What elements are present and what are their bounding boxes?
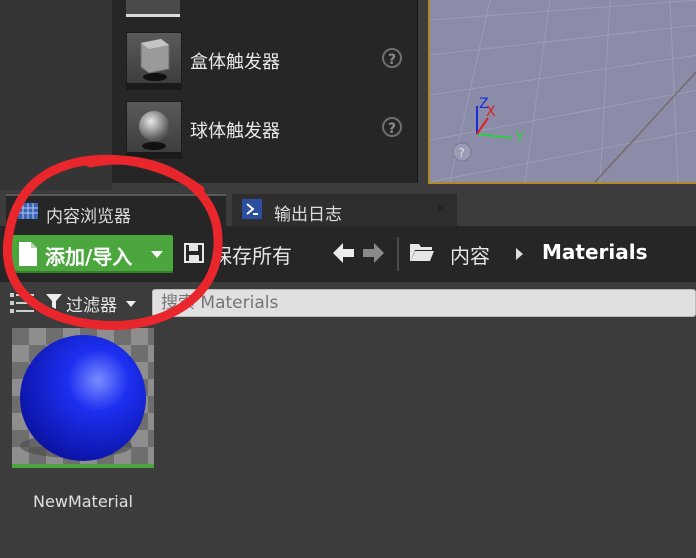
chevron-down-icon — [151, 251, 163, 258]
tab-output-log[interactable]: 输出日志 ✖ — [232, 194, 457, 226]
sphere-trigger-icon — [139, 111, 169, 150]
document-icon — [19, 242, 37, 266]
viewport-help-icon: ? — [459, 146, 465, 160]
help-icon[interactable]: ? — [382, 48, 402, 68]
sphere-trigger-thumbnail — [126, 101, 182, 159]
tab-strip: 内容浏览器 ✖ 输出日志 ✖ — [0, 190, 696, 227]
material-sphere-preview — [20, 335, 146, 461]
place-item-label: 盒体触发器 — [190, 52, 280, 73]
axis-y-label: Y — [515, 128, 525, 146]
breadcrumb-content[interactable]: 内容 — [450, 240, 490, 269]
box-trigger-icon — [140, 38, 170, 81]
filter-label: 过滤器 — [66, 296, 117, 316]
save-all-button[interactable]: 保存所有 — [184, 235, 308, 273]
asset-tile[interactable] — [12, 328, 154, 468]
breadcrumb-materials[interactable]: Materials — [542, 240, 648, 264]
folder-icon[interactable] — [410, 244, 434, 262]
arrow-left-icon[interactable] — [333, 242, 355, 264]
add-import-label: 添加/导入 — [45, 245, 133, 269]
box-trigger-thumbnail — [126, 32, 182, 90]
viewport-grid: ? — [430, 0, 696, 182]
floppy-disk-icon — [184, 243, 204, 263]
arrow-right-icon[interactable] — [362, 242, 384, 264]
close-icon[interactable]: ✖ — [436, 202, 445, 215]
grid-icon — [18, 203, 38, 219]
filter-row: 过滤器 — [0, 284, 696, 322]
add-import-button[interactable]: 添加/导入 — [9, 235, 173, 273]
previous-item-thumbnail[interactable] — [126, 0, 180, 17]
help-icon[interactable]: ? — [382, 117, 402, 137]
tab-label: 输出日志 — [274, 205, 342, 225]
axis-x-label: X — [486, 104, 496, 120]
asset-type-color-bar — [12, 464, 154, 468]
toolbar-divider — [397, 237, 399, 271]
level-viewport[interactable]: ? Z X Y — [428, 0, 696, 184]
content-browser-toolbar: 添加/导入 保存所有 内容 Materials — [0, 226, 696, 282]
tab-content-browser[interactable]: 内容浏览器 ✖ — [6, 194, 226, 227]
save-all-label: 保存所有 — [212, 244, 292, 268]
search-input[interactable] — [152, 289, 696, 317]
left-dock-background — [0, 0, 112, 190]
terminal-icon — [242, 199, 262, 219]
material-thumbnail — [12, 328, 154, 464]
asset-name[interactable]: NewMaterial — [0, 492, 166, 511]
filter-button[interactable]: 过滤器 — [46, 290, 142, 316]
funnel-icon — [46, 294, 62, 309]
close-icon[interactable]: ✖ — [209, 204, 218, 217]
chevron-down-icon — [126, 301, 136, 307]
sources-panel-toggle-icon[interactable] — [10, 293, 34, 313]
placement-panel: 盒体触发器 ? 球体触发器 ? — [112, 0, 418, 183]
place-item-sphere-trigger[interactable]: 球体触发器 ? — [126, 101, 416, 161]
chevron-right-icon[interactable] — [516, 248, 523, 260]
tab-label: 内容浏览器 — [46, 207, 131, 227]
place-item-box-trigger[interactable]: 盒体触发器 ? — [126, 32, 416, 92]
place-item-label: 球体触发器 — [190, 121, 280, 142]
